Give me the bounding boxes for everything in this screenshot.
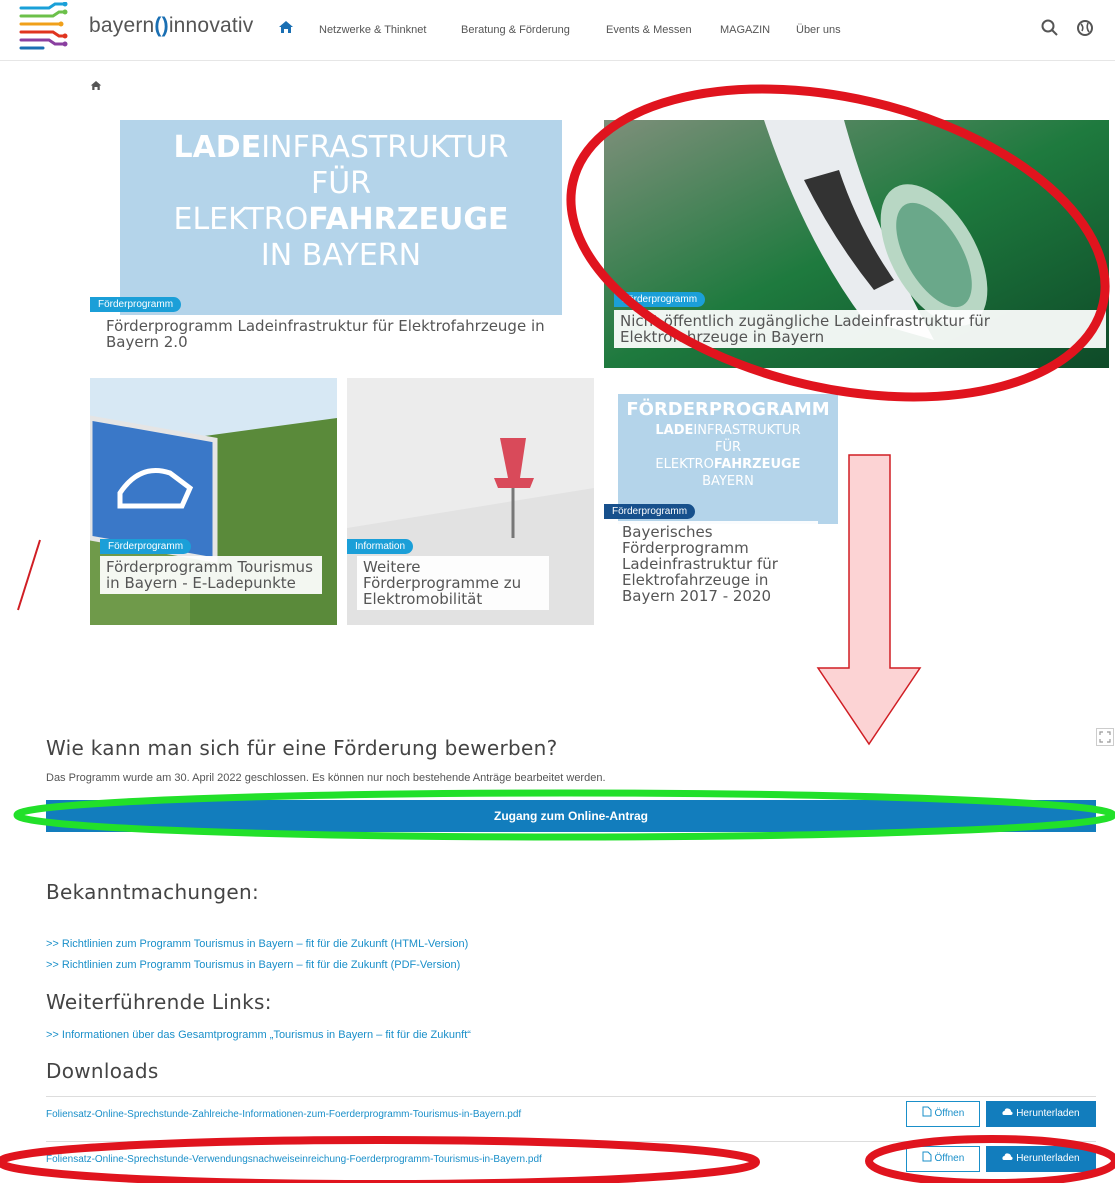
- brand-left: bayern: [89, 14, 155, 37]
- poster-word: LADE: [655, 423, 694, 438]
- poster-word: LADE: [173, 130, 262, 165]
- download-button[interactable]: Herunterladen: [986, 1146, 1096, 1172]
- brand-name[interactable]: bayern()innovativ: [89, 14, 254, 38]
- red-line-fragment: [17, 539, 41, 611]
- link-richtlinien-pdf[interactable]: >> Richtlinien zum Programm Tourismus in…: [46, 959, 460, 971]
- link-richtlinien-html[interactable]: >> Richtlinien zum Programm Tourismus in…: [46, 938, 468, 950]
- poster-word: INFRASTRUKTUR: [693, 423, 801, 438]
- open-button[interactable]: Öffnen: [906, 1146, 980, 1172]
- brand-right: innovativ: [168, 14, 254, 37]
- expand-icon[interactable]: [1096, 728, 1114, 746]
- tile-poster: LADEINFRASTRUKTUR FÜR ELEKTROFAHRZEUGE I…: [120, 120, 562, 315]
- brand-paren-icon: (): [154, 14, 169, 37]
- globe-icon[interactable]: [1075, 18, 1095, 38]
- nav-ueber-uns[interactable]: Über uns: [796, 24, 841, 36]
- nav-events[interactable]: Events & Messen: [606, 24, 692, 36]
- download-cloud-icon: [1002, 1108, 1014, 1115]
- download-file-link[interactable]: Foliensatz-Online-Sprechstunde-Verwendun…: [46, 1154, 542, 1165]
- further-links-heading: Weiterführende Links:: [46, 990, 272, 1014]
- tile-tourismus-e-ladepunkte[interactable]: Förderprogramm Förderprogramm Tourismus …: [90, 378, 337, 625]
- tile-badge: Information: [347, 539, 414, 554]
- poster-word: FÜR: [310, 166, 372, 201]
- poster-word: ELEKTRO: [655, 457, 714, 472]
- poster-word: BAYERN: [702, 474, 754, 489]
- download-label: Herunterladen: [1016, 1153, 1080, 1164]
- download-row: Foliensatz-Online-Sprechstunde-Zahlreich…: [46, 1096, 1096, 1133]
- poster-word: IN BAYERN: [260, 238, 422, 273]
- breadcrumb-home-icon[interactable]: [90, 80, 102, 91]
- poster-word: FAHRZEUGE: [308, 202, 509, 237]
- tile-weitere-foerderprogramme[interactable]: Information Weitere Förderprogramme zu E…: [347, 378, 594, 625]
- tile-title: Nicht öffentlich zugängliche Ladeinfrast…: [614, 310, 1106, 348]
- tile-title: Förderprogramm Ladeinfrastruktur für Ele…: [100, 315, 592, 353]
- announcements-heading: Bekanntmachungen:: [46, 880, 259, 904]
- download-file-link[interactable]: Foliensatz-Online-Sprechstunde-Zahlreich…: [46, 1109, 521, 1120]
- apply-notice: Das Programm wurde am 30. April 2022 ges…: [46, 772, 606, 784]
- poster-word: ELEKTRO: [173, 202, 309, 237]
- pdf-icon: [922, 1151, 932, 1162]
- logo-icon[interactable]: [19, 2, 69, 50]
- nav-magazin[interactable]: MAGAZIN: [720, 24, 770, 36]
- tile-nicht-oeffentlich[interactable]: Förderprogramm Nicht öffentlich zugängli…: [604, 120, 1109, 368]
- nav-beratung[interactable]: Beratung & Förderung: [461, 24, 570, 36]
- open-label: Öffnen: [934, 1108, 965, 1119]
- search-icon[interactable]: [1040, 18, 1060, 38]
- pdf-icon: [922, 1106, 932, 1117]
- download-cloud-icon: [1002, 1153, 1014, 1160]
- tile-badge: Förderprogramm: [614, 292, 706, 307]
- tile-badge: Förderprogramm: [604, 504, 696, 519]
- download-row: Foliensatz-Online-Sprechstunde-Verwendun…: [46, 1141, 1096, 1178]
- poster-word: FÖRDERPROGRAMM: [626, 399, 830, 420]
- nav-netzwerke[interactable]: Netzwerke & Thinknet: [319, 24, 426, 36]
- tile-title: Förderprogramm Tourismus in Bayern - E-L…: [100, 556, 322, 594]
- online-application-button[interactable]: Zugang zum Online-Antrag: [46, 800, 1096, 832]
- tile-ladeinfrastruktur-2-0[interactable]: LADEINFRASTRUKTUR FÜR ELEKTROFAHRZEUGE I…: [90, 120, 593, 368]
- tile-badge: Förderprogramm: [100, 539, 192, 554]
- download-label: Herunterladen: [1016, 1108, 1080, 1119]
- downloads-heading: Downloads: [46, 1059, 159, 1083]
- poster-word: FÜR: [714, 440, 742, 455]
- site-header: bayern()innovativ Netzwerke & Thinknet B…: [0, 0, 1115, 61]
- tile-bayerisches-2017-2020[interactable]: FÖRDERPROGRAMM LADEINFRASTRUKTUR FÜR ELE…: [604, 378, 851, 625]
- tile-title: Bayerisches Förderprogramm Ladeinfrastru…: [616, 521, 818, 607]
- home-icon[interactable]: [278, 20, 294, 34]
- apply-heading: Wie kann man sich für eine Förderung bew…: [46, 736, 558, 760]
- tile-badge: Förderprogramm: [90, 297, 182, 312]
- tile-title: Weitere Förderprogramme zu Elektromobili…: [357, 556, 549, 610]
- link-gesamtprogramm[interactable]: >> Informationen über das Gesamtprogramm…: [46, 1029, 471, 1041]
- open-label: Öffnen: [934, 1153, 965, 1164]
- open-button[interactable]: Öffnen: [906, 1101, 980, 1127]
- poster-word: FAHRZEUGE: [713, 457, 801, 472]
- poster-word: INFRASTRUKTUR: [261, 130, 509, 165]
- download-button[interactable]: Herunterladen: [986, 1101, 1096, 1127]
